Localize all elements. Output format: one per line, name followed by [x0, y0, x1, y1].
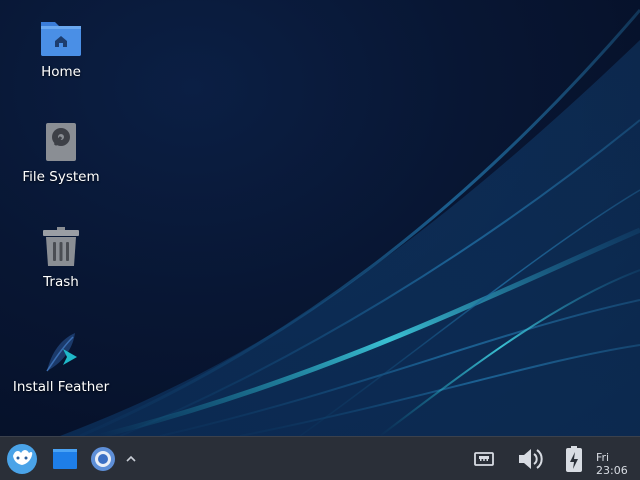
network-wired-icon [474, 452, 494, 466]
feather-installer-icon [46, 333, 77, 372]
desktop-icon-label: Home [41, 64, 81, 80]
zorin-menu-button[interactable] [6, 443, 38, 475]
zorin-logo-icon [7, 444, 37, 474]
tray-battery-button[interactable] [562, 444, 586, 474]
desktop-icon-trash[interactable]: Trash [6, 226, 116, 290]
volume-icon [519, 449, 543, 469]
desktop-icon-label: Install Feather [12, 379, 110, 395]
desktop-icon-home[interactable]: Home [6, 16, 116, 80]
desktop-icon-file-system[interactable]: File System [6, 121, 116, 185]
tray-network-button[interactable] [472, 447, 496, 471]
taskbar-overflow-button[interactable] [124, 451, 138, 467]
file-manager-icon [53, 449, 77, 469]
desktop[interactable]: Home File System Trash Install Feather [0, 0, 640, 436]
clock[interactable]: Fri 23:06 [596, 451, 640, 477]
trash-icon [43, 227, 79, 266]
chevron-up-icon [126, 455, 136, 462]
chromium-icon [91, 447, 115, 471]
taskbar: Fri 23:06 [0, 436, 640, 480]
home-folder-icon [41, 22, 81, 56]
drive-icon [46, 123, 76, 161]
desktop-icon-install-feather[interactable]: Install Feather [6, 331, 116, 395]
taskbar-app-chromium[interactable] [90, 446, 116, 472]
taskbar-app-files[interactable] [52, 447, 78, 471]
desktop-icon-label: Trash [43, 274, 79, 290]
tray-volume-button[interactable] [516, 444, 546, 474]
desktop-icon-label: File System [22, 169, 100, 185]
battery-charging-icon [566, 446, 582, 472]
